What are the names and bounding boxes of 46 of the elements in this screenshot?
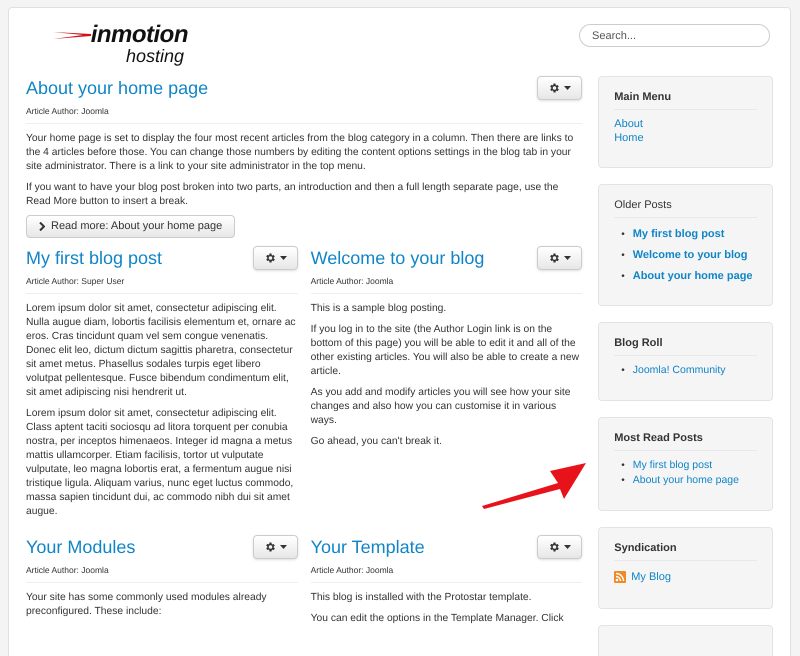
module-title: Syndication [614,541,757,561]
article-author: Article Author: Joomla [26,106,582,124]
article-title[interactable]: My first blog post [26,246,162,270]
logo-brand: inmotion [90,24,188,46]
article-paragraph: Your site has some commonly used modules already preconfigured. These include: [26,591,268,619]
article-paragraph: If you want to have your blog post broken into two parts, an introduction and then a full length separate page, use the Read More button to insert a break. [26,181,560,209]
logo-subtitle: hosting [126,46,184,66]
article-author: Article Author: Super User [26,276,298,294]
article-author: Article Author: Joomla [26,565,298,583]
feed-link[interactable]: My Blog [631,569,671,586]
article-author: Article Author: Joomla [310,276,582,294]
article-paragraph: This is a sample blog posting. [310,302,448,316]
bullet: • [621,364,625,378]
article-title[interactable]: Your Template [310,535,425,559]
article-title[interactable]: About your home page [26,76,208,100]
article-author: Article Author: Joomla [310,565,582,583]
menu-link[interactable]: Home [614,131,757,145]
module-title: Older Posts [614,198,757,218]
bullet: • [621,459,625,473]
article-paragraph: Go ahead, you can't break it. [310,435,443,449]
article-paragraph: If you log in to the site (the Author Login link is on the bottom of this page) you will be able to edit it and all of the other existing articles. You will also be able to create a new article. [310,323,580,379]
module-title: Main Menu [614,90,757,110]
article-paragraph: Your home page is set to display the four most recent articles from the blog category in a column. Then there are links to the 4 articles before those. You can change those numbers by editing the content options settings in the blog tab in your site administrator. There is a link to your site administrator in the top menu. [26,132,574,174]
bullet: • [621,249,625,262]
bullet: • [621,228,625,241]
article-title[interactable]: Your Modules [26,535,136,559]
logo[interactable]: inmotion hosting [26,24,192,66]
bullet: • [621,270,625,283]
read-more-button[interactable]: Read more: About your home page [26,215,236,238]
article-paragraph: As you add and modify articles you will see how your site changes and also how you can customise it in various ways. [310,386,572,428]
menu-link[interactable]: About [614,117,757,131]
post-link[interactable]: About your home page [632,270,753,283]
article-paragraph: Lorem ipsum dolor sit amet, consectetur adipiscing elit. Class aptent taciti sociosqu ad litora torquent per conubia nostra, per inceptos himenaeos. Integer id magna a metus mattis ullamcorper. Etiam facilisis, tortor ut vulputate vulputate, leo magna lobortis erat, a fermentum augue nisi tristique ligula. Aliquam varius, nunc eget luctus commodo, massa sapien tincidunt dui, ac commodo nibh dui sit amet augue. [26,407,294,519]
post-link[interactable]: My first blog post [632,458,712,473]
module-title: Most Read Posts [614,431,757,451]
bullet: • [621,474,625,488]
module-title: Blog Roll [614,336,757,356]
article-paragraph: You can edit the options in the Template Manager. Click [310,612,565,626]
article-title[interactable]: Welcome to your blog [310,246,484,270]
search-field[interactable]: Search... [579,24,770,47]
post-link[interactable]: Welcome to your blog [632,249,748,262]
post-link[interactable]: Joomla! Community [632,363,726,378]
post-link[interactable]: My first blog post [632,228,724,241]
post-link[interactable]: About your home page [632,473,739,488]
article-paragraph: This blog is installed with the Protostar template. [310,591,533,605]
article-paragraph: Lorem ipsum dolor sit amet, consectetur adipiscing elit. Nulla augue diam, lobortis facilisis elementum et, ornare ac eros. Cras tincidunt quam vel sem congue venenatis. Donec elit leo, dictum dictum sagittis pharetra, consectetur sit amet metus. Phasellus sodales turpis eget libero volutpat pellentesque. Fusce bibendum condimentum elit, sit amet adipiscing nisi hendrerit ut. [26,302,297,400]
